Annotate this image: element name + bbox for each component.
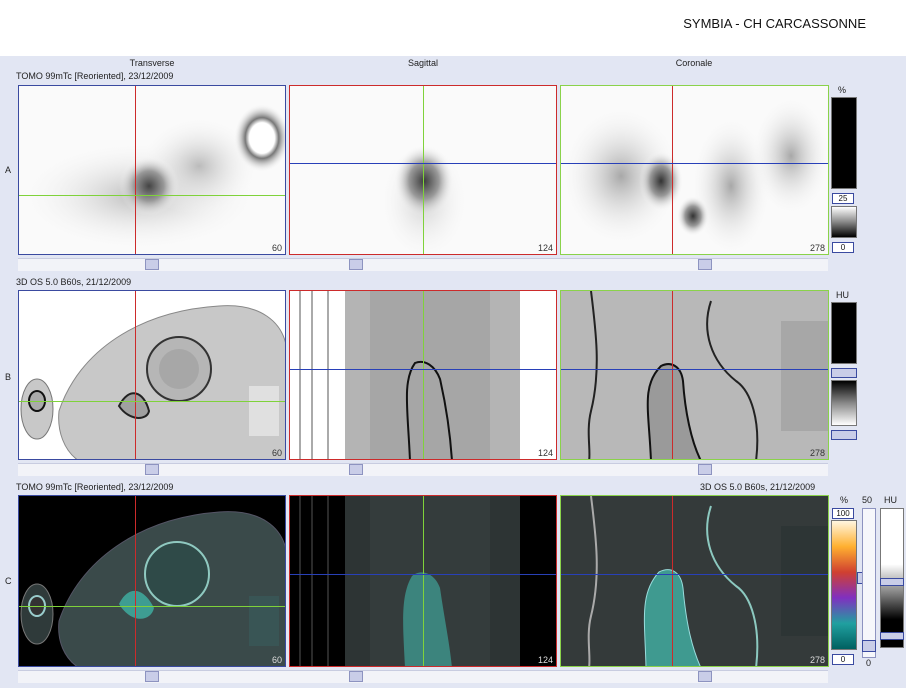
crosshair-vertical[interactable] <box>672 291 673 459</box>
crosshair-vertical[interactable] <box>423 291 424 459</box>
slice-number: 60 <box>271 448 282 458</box>
column-title-transverse: Transverse <box>129 58 175 68</box>
crosshair-vertical[interactable] <box>672 496 673 666</box>
ct-transverse-image <box>20 305 285 459</box>
spect-transverse-image <box>19 104 285 251</box>
column-title-sagittal: Sagittal <box>407 58 439 68</box>
slice-number: 124 <box>537 243 553 253</box>
row-c-scale-unit-pct: % <box>840 495 849 505</box>
viewport-c-sagittal[interactable]: 124 <box>289 495 557 667</box>
row-b-gray-scale <box>831 380 857 426</box>
crosshair-vertical[interactable] <box>423 86 424 254</box>
app-title: SYMBIA - CH CARCASSONNE <box>683 16 866 31</box>
slider-thumb-icon[interactable] <box>349 259 363 270</box>
slice-number: 278 <box>809 655 825 665</box>
ct-coronal-image <box>561 291 828 459</box>
crosshair-vertical[interactable] <box>135 496 136 666</box>
row-b-series-label: 3D OS 5.0 B60s, 21/12/2009 <box>16 277 132 287</box>
row-c-window-handle-top[interactable] <box>880 578 904 586</box>
slice-number: 124 <box>537 655 553 665</box>
row-a-scale-unit: % <box>838 85 847 95</box>
fusion-coronal-image <box>561 496 828 666</box>
crosshair-vertical[interactable] <box>423 496 424 666</box>
row-c-scale-zero: 0 <box>866 658 872 668</box>
slider-thumb-icon[interactable] <box>145 671 159 682</box>
slider-thumb-icon[interactable] <box>698 464 712 475</box>
row-c-scale-max-input[interactable]: 100 <box>832 508 854 519</box>
row-a-gray-scale <box>831 206 857 238</box>
crosshair-vertical[interactable] <box>135 86 136 254</box>
slider-thumb-icon[interactable] <box>145 464 159 475</box>
row-b-window-handle-top[interactable] <box>831 368 857 378</box>
viewport-c-coronal[interactable]: 278 <box>560 495 829 667</box>
crosshair-horizontal[interactable] <box>19 195 285 196</box>
row-c-series-label-right: 3D OS 5.0 B60s, 21/12/2009 <box>700 482 816 492</box>
fusion-transverse-image <box>20 511 285 666</box>
crosshair-horizontal[interactable] <box>19 606 285 607</box>
row-b-window-handle-bottom[interactable] <box>831 430 857 440</box>
row-c-scale-min-input[interactable]: 0 <box>832 654 854 665</box>
crosshair-horizontal[interactable] <box>19 401 285 402</box>
row-b-color-scale-top <box>831 302 857 364</box>
slider-thumb-icon[interactable] <box>698 259 712 270</box>
slice-number: 60 <box>271 655 282 665</box>
slice-number: 60 <box>271 243 282 253</box>
crosshair-horizontal[interactable] <box>290 163 556 164</box>
row-c-blend-slider[interactable] <box>862 508 876 658</box>
row-c-color-scale <box>831 520 857 650</box>
viewport-b-coronal[interactable]: 278 <box>560 290 829 460</box>
row-c-scale-50: 50 <box>862 495 873 505</box>
viewport-b-transverse[interactable]: 60 <box>18 290 286 460</box>
row-c-series-label-left: TOMO 99mTc [Reoriented], 23/12/2009 <box>16 482 174 492</box>
row-c-scale-unit-hu: HU <box>884 495 897 505</box>
slice-number: 278 <box>809 243 825 253</box>
slider-thumb-icon[interactable] <box>698 671 712 682</box>
row-b-letter: B <box>5 372 12 382</box>
spect-coronal-image <box>561 96 828 254</box>
crosshair-horizontal[interactable] <box>561 574 828 575</box>
slider-thumb-icon[interactable] <box>145 259 159 270</box>
crosshair-horizontal[interactable] <box>561 163 828 164</box>
row-c-window-handle-bottom[interactable] <box>880 632 904 640</box>
row-a-color-scale <box>831 97 857 189</box>
slice-number: 124 <box>537 448 553 458</box>
crosshair-horizontal[interactable] <box>290 369 556 370</box>
crosshair-vertical[interactable] <box>135 291 136 459</box>
viewport-a-sagittal[interactable]: 124 <box>289 85 557 255</box>
viewport-b-sagittal[interactable]: 124 <box>289 290 557 460</box>
viewport-c-transverse[interactable]: 60 <box>18 495 286 667</box>
crosshair-vertical[interactable] <box>672 86 673 254</box>
row-a-scale-min-input[interactable]: 0 <box>832 242 854 253</box>
row-b-scale-unit: HU <box>836 290 849 300</box>
slider-thumb-icon[interactable] <box>349 464 363 475</box>
row-a-series-label: TOMO 99mTc [Reoriented], 23/12/2009 <box>16 71 174 81</box>
app-header: SYMBIA - CH CARCASSONNE <box>0 0 906 56</box>
slice-number: 278 <box>809 448 825 458</box>
row-a-scale-max-input[interactable]: 25 <box>832 193 854 204</box>
viewport-a-transverse[interactable]: 60 <box>18 85 286 255</box>
row-a-letter: A <box>5 165 12 175</box>
row-c-blend-handle[interactable] <box>862 640 876 652</box>
viewport-a-coronal[interactable]: 278 <box>560 85 829 255</box>
crosshair-horizontal[interactable] <box>561 369 828 370</box>
crosshair-horizontal[interactable] <box>290 574 556 575</box>
column-title-coronal: Coronale <box>675 58 713 68</box>
row-c-letter: C <box>5 576 12 586</box>
slider-thumb-icon[interactable] <box>349 671 363 682</box>
